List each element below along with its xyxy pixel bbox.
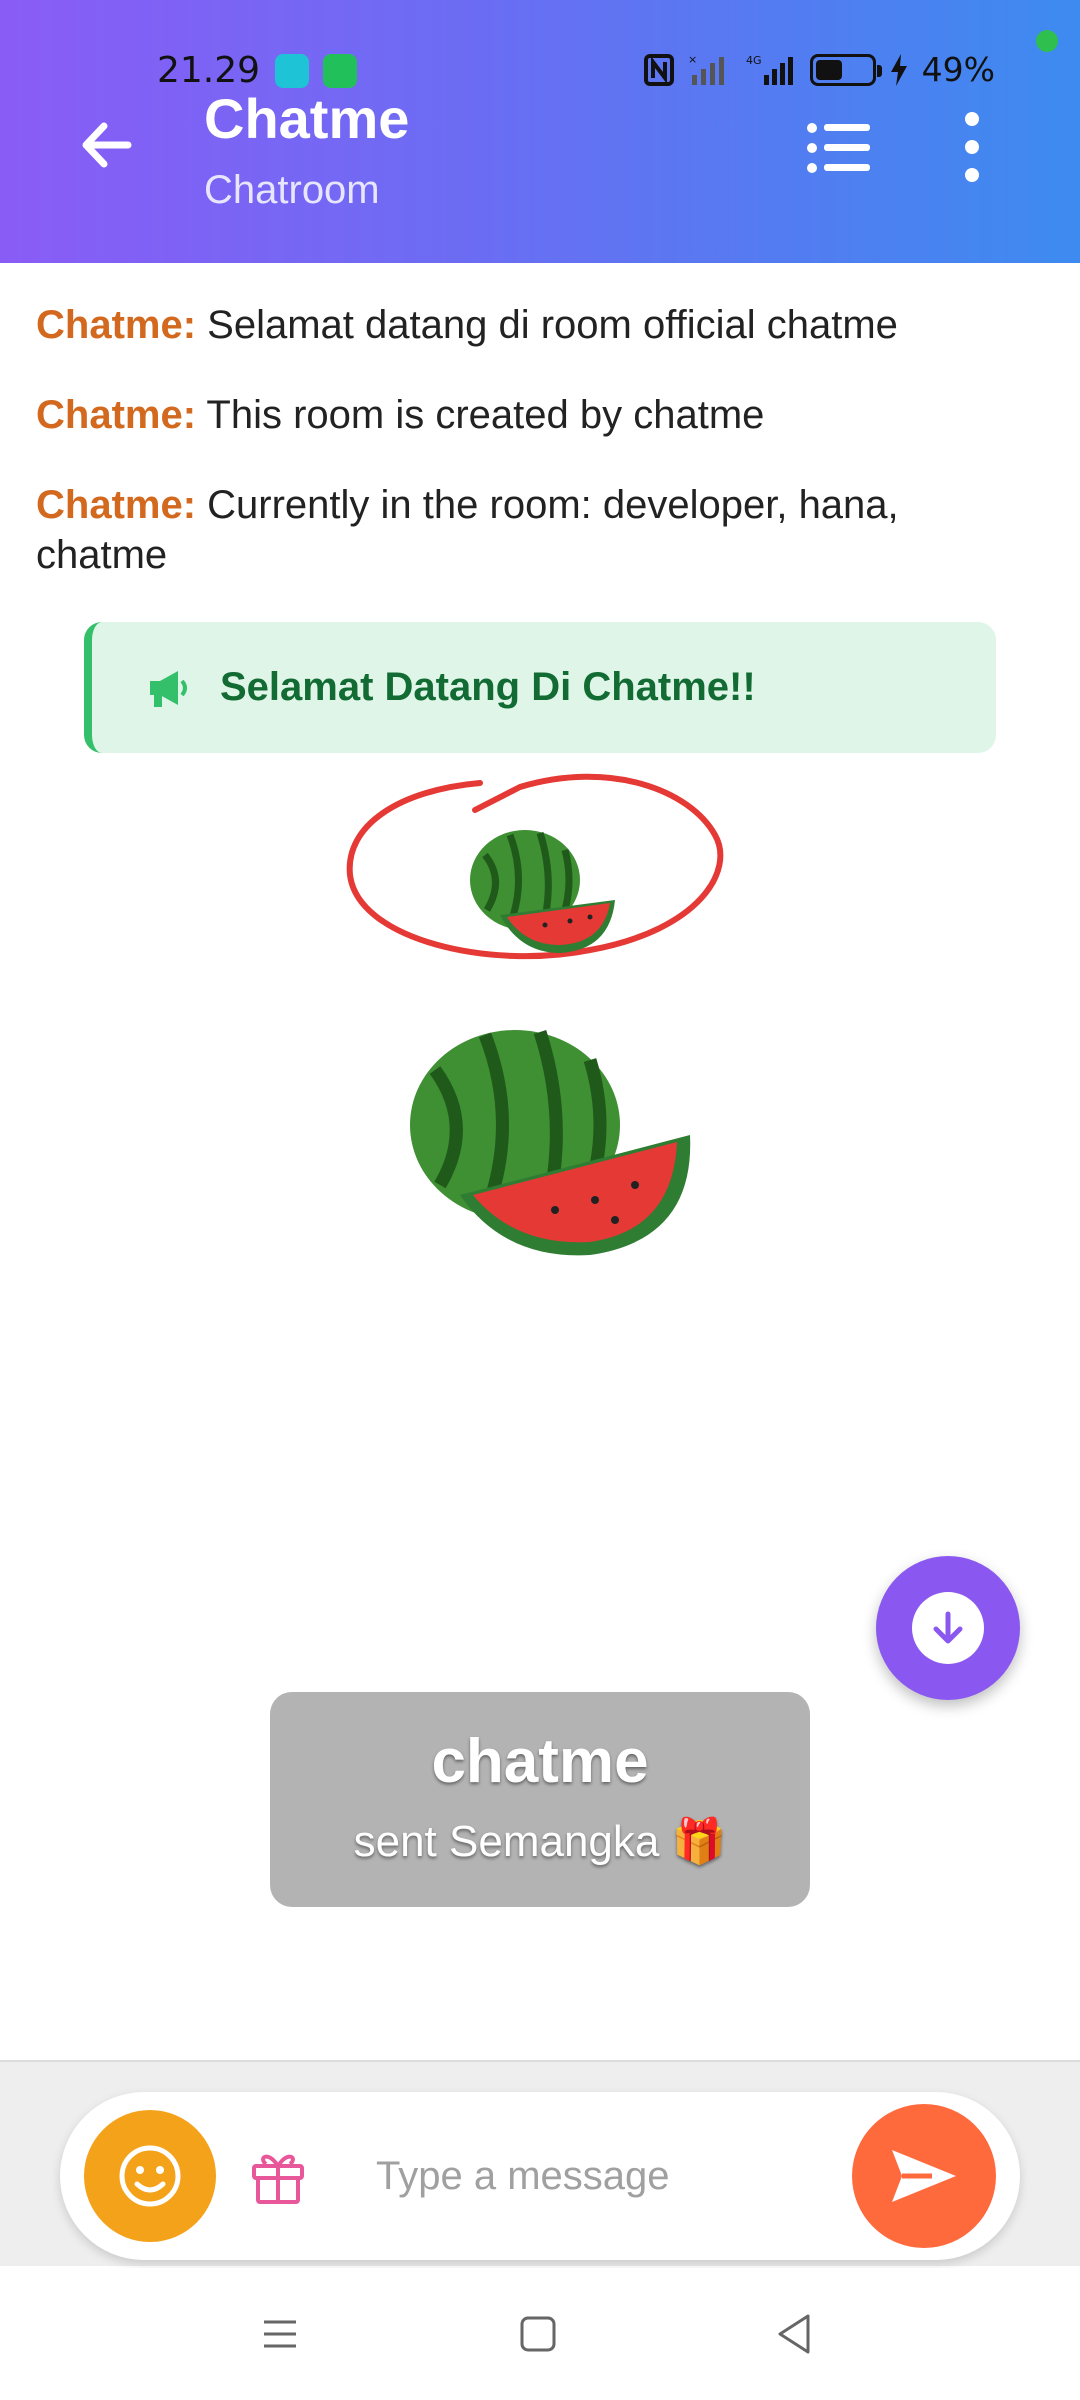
signal-off-icon: × (688, 53, 724, 85)
status-time: 21.29 (157, 50, 261, 91)
recent-apps-icon[interactable] (260, 2314, 300, 2354)
megaphone-icon (150, 670, 187, 707)
nfc-icon (643, 53, 674, 86)
tiktok-notification-icon (275, 54, 309, 88)
message-item: Chatme: Currently in the room: developer… (36, 480, 1036, 580)
message-item: Chatme: Selamat datang di room official … (36, 300, 1036, 350)
emoji-button[interactable] (84, 2110, 216, 2242)
arrow-left-icon (82, 122, 132, 168)
message-list: Chatme: Selamat datang di room official … (36, 300, 1036, 620)
gift-message: sent Semangka 🎁 (353, 1817, 727, 1866)
watermelon-gift-image-small (470, 830, 615, 953)
scroll-to-bottom-button[interactable] (876, 1556, 1020, 1700)
message-text: This room is created by chatme (206, 393, 765, 437)
message-input[interactable] (376, 2146, 896, 2206)
scroll-button-inner (912, 1592, 984, 1664)
status-notification-icons (275, 54, 357, 88)
member-list-button[interactable] (806, 118, 872, 178)
more-dot-icon (965, 168, 979, 182)
gift-button[interactable] (246, 2144, 310, 2208)
more-options-button[interactable] (950, 112, 994, 182)
system-back-icon[interactable] (774, 2312, 814, 2356)
watermelon-gift-image-large (410, 1030, 691, 1256)
svg-text:4G: 4G (746, 54, 762, 67)
announcement-text: Selamat Datang Di Chatme!! (220, 665, 756, 709)
page-subtitle: Chatroom (204, 168, 380, 212)
page-title: Chatme (204, 87, 410, 150)
arrow-down-icon (933, 1611, 963, 1644)
composer-pill (60, 2092, 1020, 2260)
home-icon[interactable] (518, 2314, 558, 2354)
system-navigation-bar (0, 2268, 1080, 2400)
app-header: 21.29 × 4G 49% Chatme Chatroom (0, 0, 1080, 263)
message-text: Selamat datang di room official chatme (207, 303, 898, 347)
message-sender: Chatme: (36, 483, 197, 527)
gift-sent-toast: chatme sent Semangka 🎁 (270, 1692, 810, 1907)
composer-area (0, 2060, 1080, 2266)
privacy-indicator-dot (1036, 30, 1058, 52)
smiley-icon (119, 2145, 181, 2207)
status-right: × 4G 49% (643, 50, 995, 89)
gift-sender-name: chatme (431, 1727, 649, 1796)
send-button[interactable] (852, 2104, 996, 2248)
battery-icon (809, 53, 882, 86)
signal-4g-icon: 4G (746, 54, 793, 85)
send-icon (892, 2150, 956, 2202)
gift-icon (252, 2154, 304, 2204)
announcement-banner: Selamat Datang Di Chatme!! (84, 622, 996, 753)
message-sender: Chatme: (36, 303, 197, 347)
svg-text:×: × (688, 53, 697, 66)
message-sender: Chatme: (36, 393, 197, 437)
more-dot-icon (965, 112, 979, 126)
list-icon (807, 123, 870, 173)
charging-icon (890, 53, 907, 86)
more-dot-icon (965, 140, 979, 154)
battery-fill (815, 59, 843, 80)
battery-percent: 49% (921, 50, 995, 89)
message-item: Chatme: This room is created by chatme (36, 390, 1036, 440)
back-button[interactable] (72, 110, 142, 180)
phone-notification-icon (323, 54, 357, 88)
